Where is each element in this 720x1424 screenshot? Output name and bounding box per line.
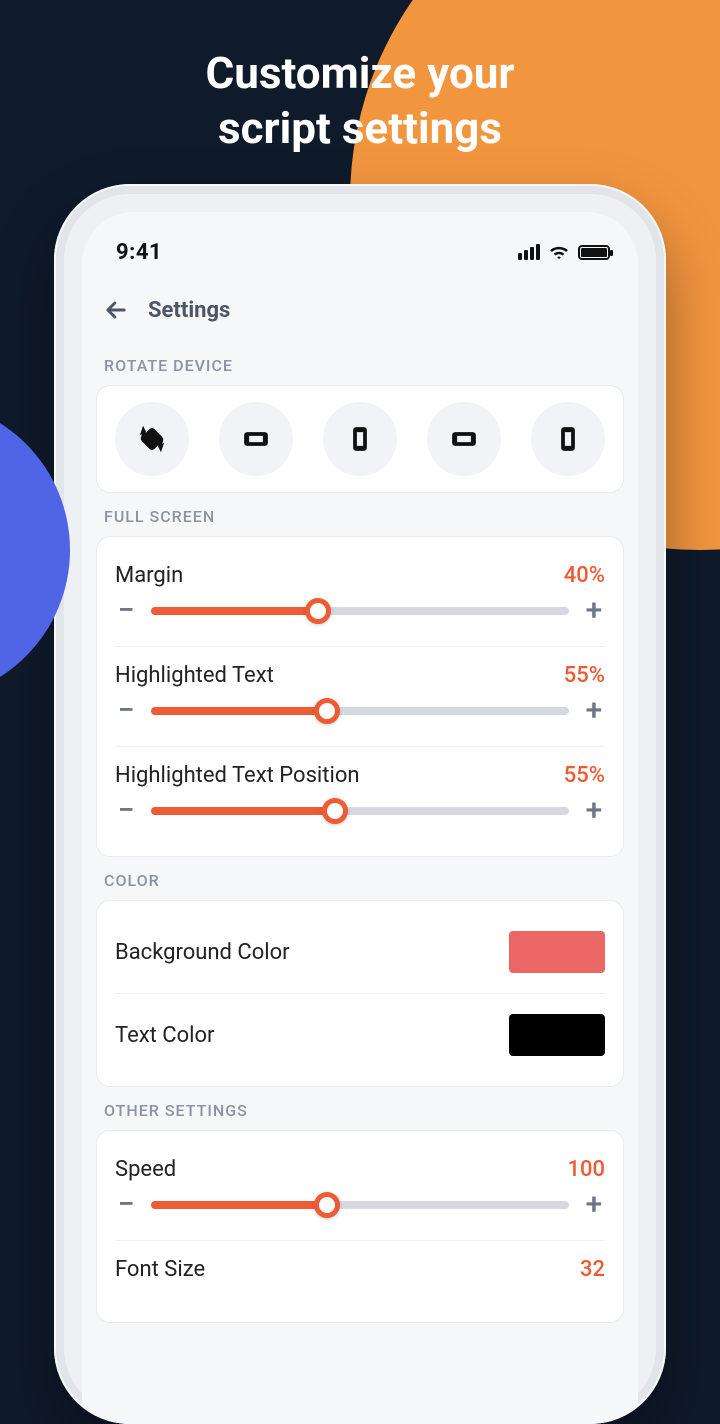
section-rotate-label: ROTATE DEVICE (96, 342, 624, 385)
status-time: 9:41 (116, 240, 162, 265)
divider (115, 646, 605, 647)
rotate-card (96, 385, 624, 493)
back-button[interactable] (102, 296, 130, 324)
rotate-landscape-right-button[interactable] (427, 402, 501, 476)
other-card: Speed 100 − + Font Size 32 (96, 1130, 624, 1323)
phone-frame: 9:41 Settings ROTATE DEVICE (54, 184, 666, 1424)
highlighted-pos-plus-button[interactable]: + (583, 796, 605, 826)
rotate-portrait-up-button[interactable] (531, 402, 605, 476)
fontsize-slider-block: Font Size 32 (115, 1247, 605, 1282)
hero-title: Customize your script settings (0, 0, 720, 156)
rotate-options (115, 402, 605, 476)
status-bar: 9:41 (82, 212, 638, 274)
header: Settings (82, 274, 638, 342)
fullscreen-card: Margin 40% − + Highlighted Text (96, 536, 624, 857)
text-color-label: Text Color (115, 1023, 215, 1048)
highlighted-pos-minus-button[interactable]: − (115, 796, 137, 826)
status-icons (518, 244, 610, 260)
margin-slider[interactable] (151, 607, 569, 615)
content[interactable]: ROTATE DEVICE (82, 342, 638, 1424)
section-other-label: OTHER SETTINGS (96, 1087, 624, 1130)
hero-line1: Customize your (0, 46, 720, 101)
color-card: Background Color Text Color (96, 900, 624, 1087)
phone-mute-switch (45, 374, 51, 404)
speed-plus-button[interactable]: + (583, 1190, 605, 1220)
text-color-row[interactable]: Text Color (115, 1000, 605, 1070)
rotate-portrait-button[interactable] (323, 402, 397, 476)
highlighted-text-slider-block: Highlighted Text 55% − + (115, 653, 605, 740)
highlighted-text-label: Highlighted Text (115, 663, 274, 688)
speed-minus-button[interactable]: − (115, 1190, 137, 1220)
rotate-auto-button[interactable] (115, 402, 189, 476)
screen: 9:41 Settings ROTATE DEVICE (82, 212, 638, 1424)
margin-label: Margin (115, 563, 183, 588)
margin-plus-button[interactable]: + (583, 596, 605, 626)
highlighted-pos-slider[interactable] (151, 807, 569, 815)
hero-line2: script settings (0, 101, 720, 156)
divider (115, 746, 605, 747)
speed-value: 100 (567, 1157, 605, 1182)
background-color-row[interactable]: Background Color (115, 917, 605, 987)
highlighted-text-value: 55% (564, 663, 605, 688)
page-title: Settings (148, 298, 230, 323)
background-color-swatch[interactable] (509, 931, 605, 973)
speed-slider[interactable] (151, 1201, 569, 1209)
highlighted-text-slider[interactable] (151, 707, 569, 715)
section-fullscreen-label: FULL SCREEN (96, 493, 624, 536)
highlighted-pos-slider-block: Highlighted Text Position 55% − + (115, 753, 605, 840)
background-color-label: Background Color (115, 940, 290, 965)
speed-slider-block: Speed 100 − + (115, 1147, 605, 1234)
highlighted-text-plus-button[interactable]: + (583, 696, 605, 726)
highlighted-text-minus-button[interactable]: − (115, 696, 137, 726)
highlighted-pos-label: Highlighted Text Position (115, 763, 360, 788)
section-color-label: COLOR (96, 857, 624, 900)
wifi-icon (548, 244, 570, 260)
divider (115, 993, 605, 994)
speed-label: Speed (115, 1157, 176, 1182)
divider (115, 1240, 605, 1241)
fontsize-value: 32 (580, 1257, 605, 1282)
cellular-icon (518, 244, 540, 260)
margin-slider-block: Margin 40% − + (115, 553, 605, 640)
rotate-landscape-left-button[interactable] (219, 402, 293, 476)
margin-minus-button[interactable]: − (115, 596, 137, 626)
margin-value: 40% (564, 563, 605, 588)
highlighted-pos-value: 55% (564, 763, 605, 788)
fontsize-label: Font Size (115, 1257, 205, 1282)
text-color-swatch[interactable] (509, 1014, 605, 1056)
battery-icon (578, 245, 610, 260)
